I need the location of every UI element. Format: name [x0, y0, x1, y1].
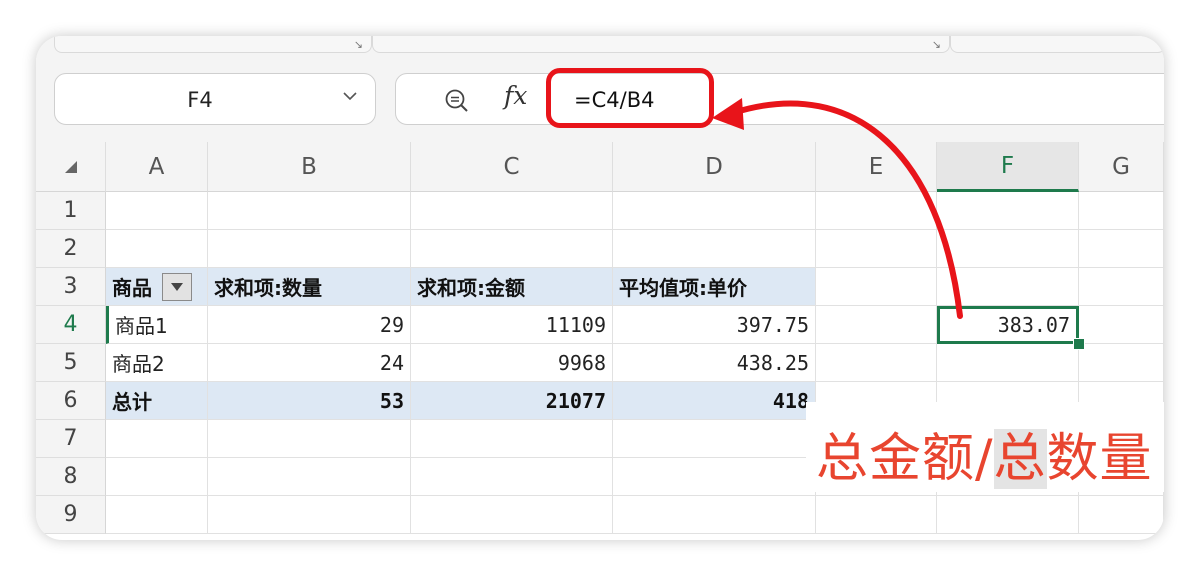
spreadsheet-window: ↘ ↘ F4 fx =C4/B4 A B C D E F G 1 2 3 4 5… [36, 36, 1164, 540]
curved-arrow-icon [712, 98, 963, 319]
